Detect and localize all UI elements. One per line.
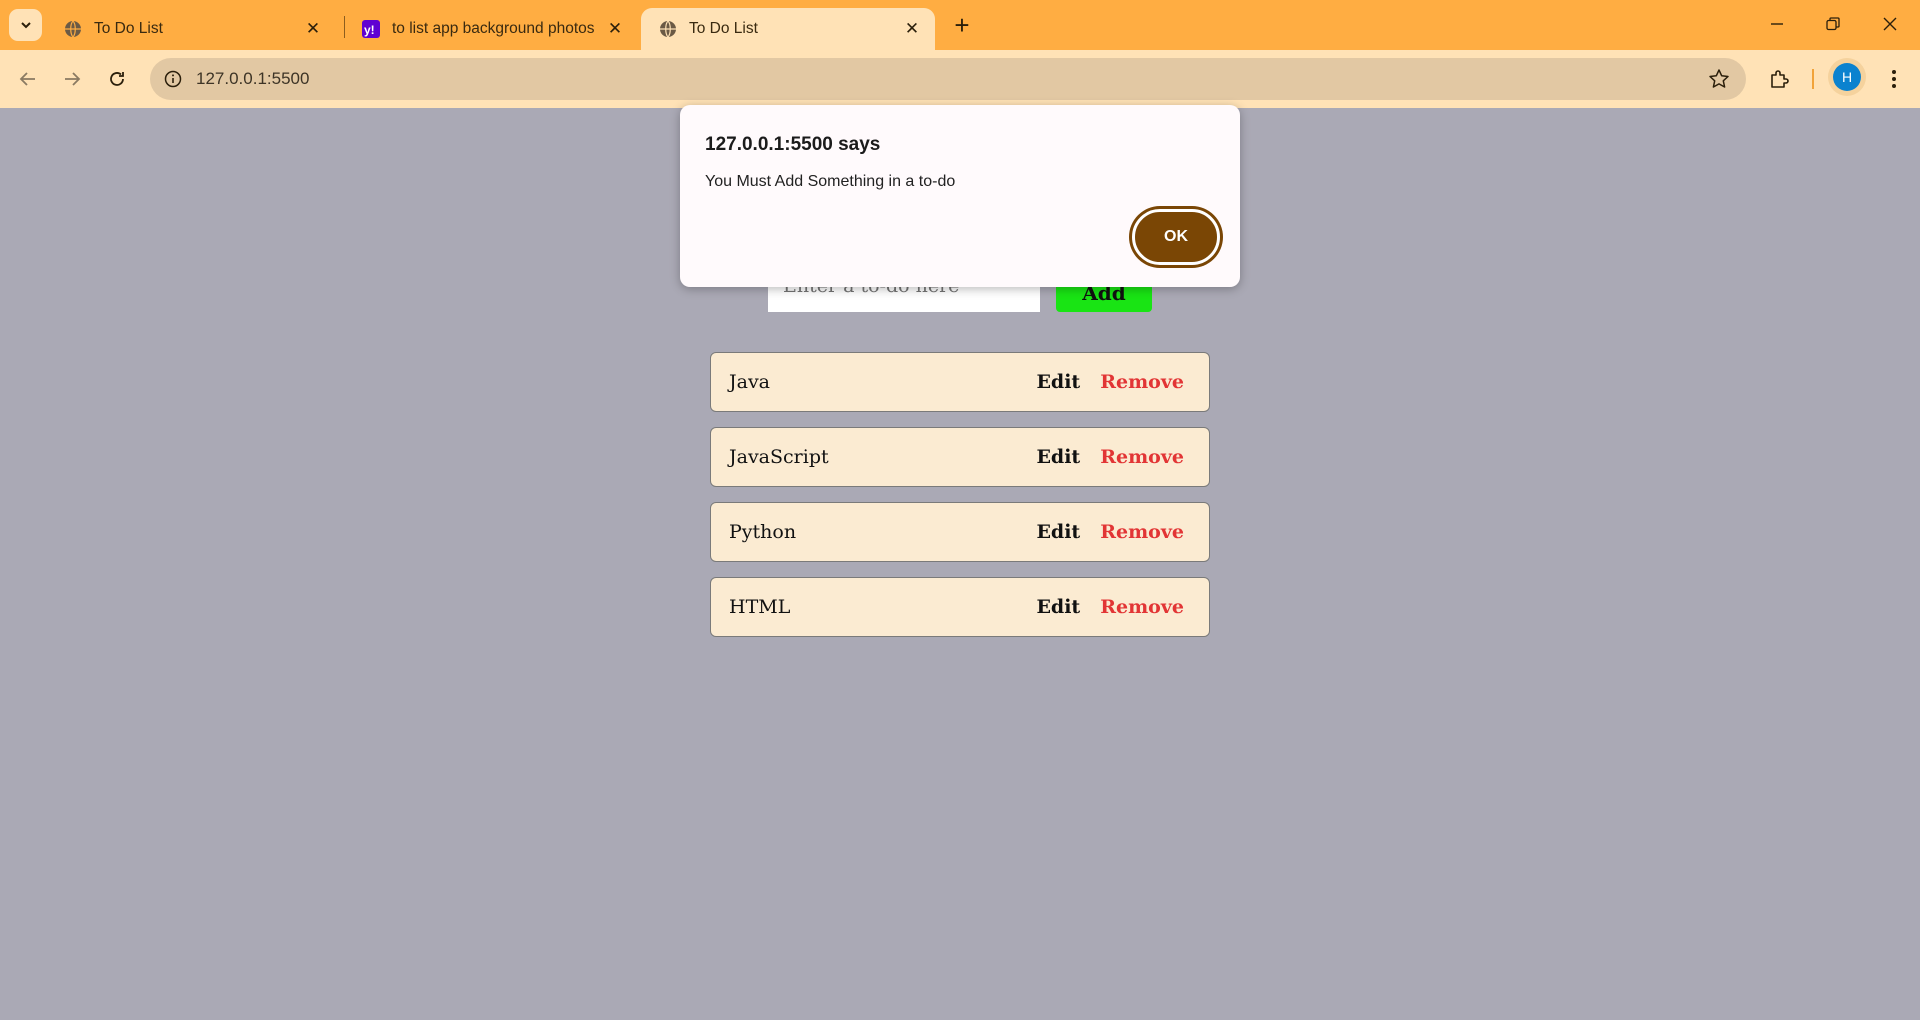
tab-todo-1[interactable]: To Do List ✕	[46, 8, 336, 50]
browser-toolbar: 127.0.0.1:5500	[0, 50, 1920, 108]
edit-button[interactable]: Edit	[1036, 446, 1080, 468]
edit-button[interactable]: Edit	[1036, 521, 1080, 543]
forward-button[interactable]	[57, 64, 87, 94]
todo-text: JavaScript	[729, 446, 829, 468]
todo-list: Java Edit Remove JavaScript Edit Remove …	[710, 352, 1210, 652]
tab-title: to list app background photos	[392, 20, 595, 37]
close-window-button[interactable]	[1870, 8, 1910, 40]
remove-button[interactable]: Remove	[1100, 596, 1184, 618]
tab-todo-active[interactable]: To Do List ✕	[641, 8, 935, 50]
menu-button[interactable]	[1880, 65, 1908, 93]
tab-title: To Do List	[689, 20, 758, 37]
remove-button[interactable]: Remove	[1100, 446, 1184, 468]
dialog-message: You Must Add Something in a to-do	[705, 173, 956, 190]
todo-text: HTML	[729, 596, 791, 618]
address-text: 127.0.0.1:5500	[196, 69, 310, 88]
todo-text: Java	[729, 371, 771, 393]
edit-button[interactable]: Edit	[1036, 596, 1080, 618]
tab-title: To Do List	[94, 20, 163, 37]
todo-text: Python	[729, 521, 797, 543]
restore-button[interactable]	[1813, 8, 1853, 40]
arrow-right-icon	[65, 72, 81, 86]
globe-icon	[64, 20, 82, 38]
close-icon[interactable]: ✕	[901, 18, 923, 40]
close-icon[interactable]: ✕	[604, 18, 626, 40]
globe-icon	[659, 20, 677, 38]
svg-text:y!: y!	[364, 23, 375, 37]
minimize-button[interactable]	[1757, 8, 1797, 40]
ok-button[interactable]: OK	[1132, 209, 1220, 265]
dialog-title: 127.0.0.1:5500 says	[705, 134, 881, 155]
list-item: Java Edit Remove	[710, 352, 1210, 412]
yahoo-icon: y!	[362, 20, 380, 38]
tab-background-photos[interactable]: y! to list app background photos ✕	[344, 8, 638, 50]
profile-avatar[interactable]: H	[1833, 63, 1861, 91]
tab-search-button[interactable]	[9, 9, 42, 41]
puzzle-icon	[1771, 70, 1789, 88]
reload-button[interactable]	[102, 64, 132, 94]
extensions-button[interactable]	[1766, 65, 1794, 93]
address-bar[interactable]: 127.0.0.1:5500	[150, 58, 1746, 100]
bookmark-star-icon[interactable]	[1708, 68, 1730, 90]
list-item: Python Edit Remove	[710, 502, 1210, 562]
alert-dialog: 127.0.0.1:5500 says You Must Add Somethi…	[680, 105, 1240, 287]
site-info-icon[interactable]	[162, 68, 184, 90]
remove-button[interactable]: Remove	[1100, 521, 1184, 543]
more-vertical-icon	[1892, 70, 1896, 88]
tab-bar: To Do List ✕ y! to list app background p…	[0, 0, 1920, 50]
toolbar-divider	[1812, 69, 1814, 89]
list-item: HTML Edit Remove	[710, 577, 1210, 637]
remove-button[interactable]: Remove	[1100, 371, 1184, 393]
close-icon	[1883, 17, 1897, 31]
new-tab-button[interactable]: +	[948, 11, 976, 39]
minimize-icon	[1771, 23, 1783, 25]
reload-icon	[110, 72, 124, 86]
back-button[interactable]	[13, 64, 43, 94]
arrow-left-icon	[19, 72, 35, 86]
edit-button[interactable]: Edit	[1036, 371, 1080, 393]
chevron-down-icon	[20, 22, 31, 29]
restore-icon	[1826, 17, 1840, 31]
list-item: JavaScript Edit Remove	[710, 427, 1210, 487]
close-icon[interactable]: ✕	[302, 18, 324, 40]
